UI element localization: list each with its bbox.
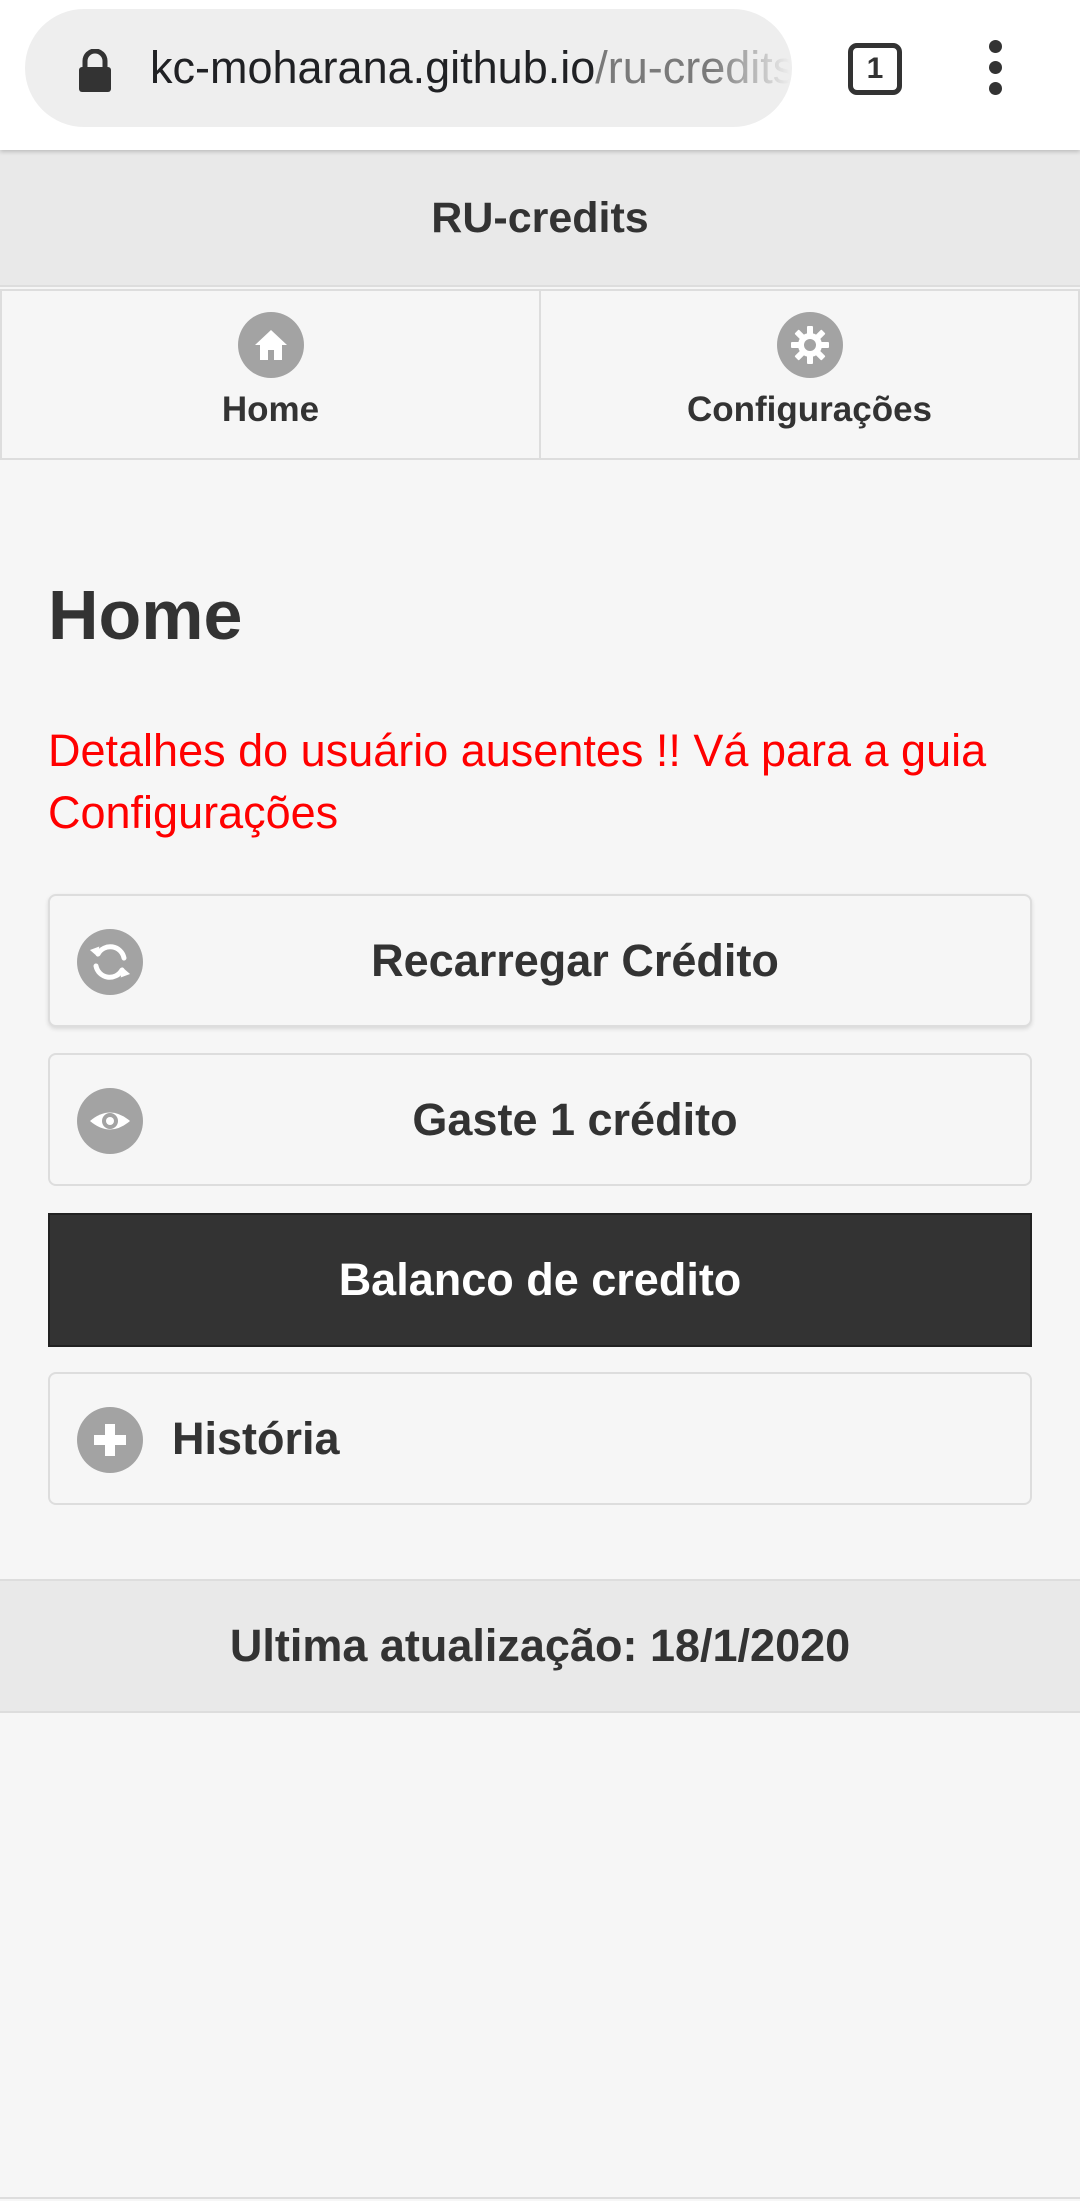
nav-item-label: Home: [221, 390, 320, 429]
credit-balance-button[interactable]: Balanco de credito: [48, 1213, 1032, 1347]
nav-item-settings[interactable]: Configurações: [541, 289, 1080, 458]
address-bar[interactable]: kc-moharana.github.io/ru-credits: [25, 9, 792, 127]
warning-message: Detalhes do usuário ausentes !! Vá para …: [48, 725, 987, 838]
url-text[interactable]: kc-moharana.github.io/ru-credits: [150, 9, 790, 127]
more-vert-icon[interactable]: [980, 40, 1010, 98]
divider: [0, 2197, 1080, 2199]
history-collapsible[interactable]: História: [48, 1372, 1032, 1505]
footer: Ultima atualização: 18/1/2020: [0, 1579, 1080, 1713]
page-title: Home: [48, 576, 243, 654]
lock-icon: [79, 49, 111, 92]
app-header: RU-credits: [0, 150, 1080, 287]
browser-toolbar: kc-moharana.github.io/ru-credits 1: [0, 0, 1080, 150]
reload-credit-button[interactable]: Recarregar Crédito: [48, 894, 1032, 1027]
reload-credit-label: Recarregar Crédito: [371, 935, 779, 986]
history-label: História: [172, 1413, 340, 1464]
url-path: /ru-credits: [595, 42, 790, 93]
spend-credit-label: Gaste 1 crédito: [412, 1094, 738, 1145]
home-icon: [237, 312, 304, 378]
last-updated-text: Ultima atualização: 18/1/2020: [229, 1620, 851, 1671]
credit-balance-label: Balanco de credito: [338, 1254, 742, 1305]
url-host: kc-moharana.github.io: [150, 42, 596, 93]
gear-icon: [776, 312, 843, 378]
nav-item-home[interactable]: Home: [0, 289, 541, 458]
navbar: Home Configurações: [0, 289, 1080, 460]
tabs-icon[interactable]: 1: [848, 43, 902, 95]
nav-item-label: Configurações: [686, 390, 933, 429]
spend-credit-button[interactable]: Gaste 1 crédito: [48, 1053, 1032, 1186]
app-title: RU-credits: [431, 194, 649, 242]
